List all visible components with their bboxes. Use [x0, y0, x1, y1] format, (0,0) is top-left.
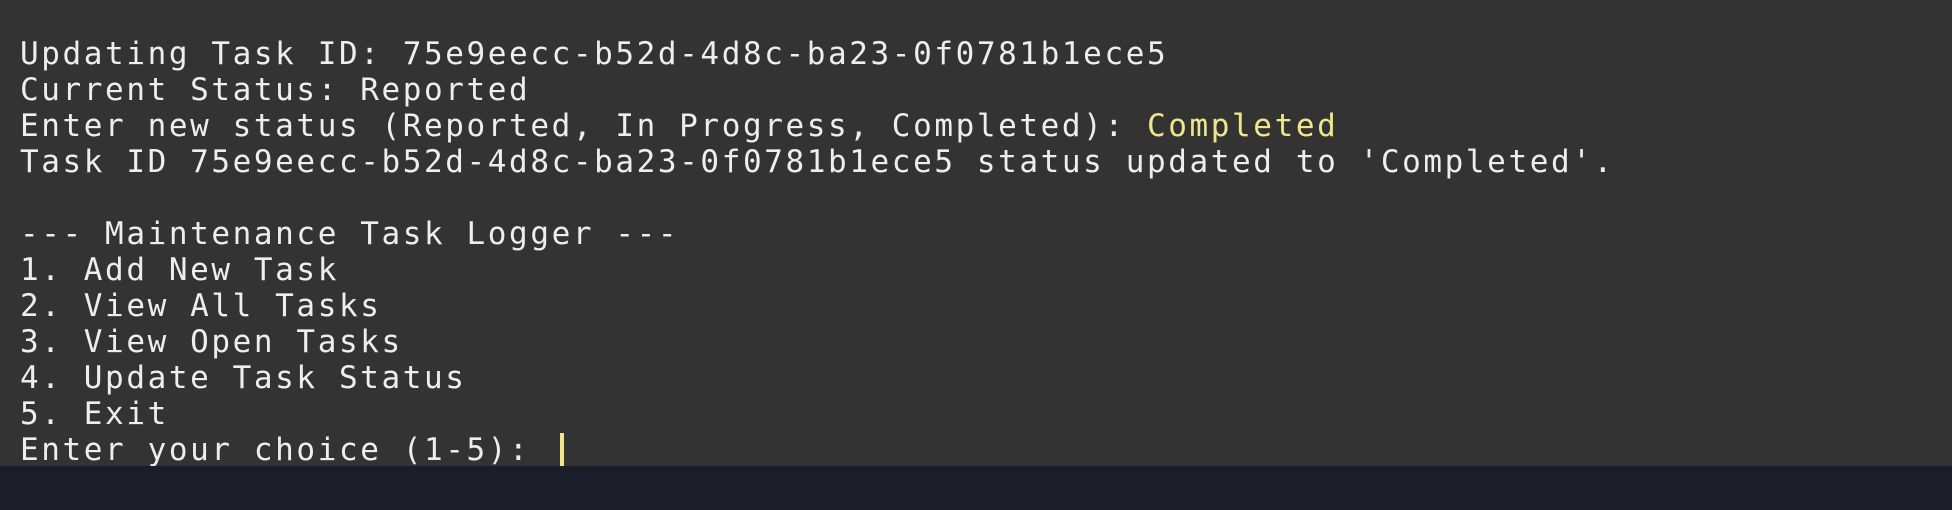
terminal-window[interactable]: Updating Task ID: 75e9eecc-b52d-4d8c-ba2… — [0, 0, 1952, 468]
menu-item-exit: 5. Exit — [20, 396, 169, 432]
bottom-strip — [0, 466, 1952, 510]
menu-header: --- Maintenance Task Logger --- — [20, 216, 680, 252]
update-task-line: Updating Task ID: 75e9eecc-b52d-4d8c-ba2… — [20, 36, 1169, 72]
status-prompt-line: Enter new status (Reported, In Progress,… — [20, 108, 1952, 144]
status-prompt-text: Enter new status (Reported, In Progress,… — [20, 108, 1147, 144]
choice-prompt-text: Enter your choice (1-5): — [20, 432, 552, 468]
menu-item-view-open: 3. View Open Tasks — [20, 324, 403, 360]
confirmation-line: Task ID 75e9eecc-b52d-4d8c-ba23-0f0781b1… — [20, 144, 1615, 180]
choice-prompt-line[interactable]: Enter your choice (1-5): — [20, 432, 1952, 468]
status-input-echo: Completed — [1146, 108, 1339, 144]
menu-item-update-status: 4. Update Task Status — [20, 360, 467, 396]
menu-item-add-task: 1. Add New Task — [20, 252, 339, 288]
menu-item-view-all: 2. View All Tasks — [20, 288, 382, 324]
text-cursor[interactable] — [559, 433, 564, 467]
current-status-line: Current Status: Reported — [20, 72, 531, 108]
